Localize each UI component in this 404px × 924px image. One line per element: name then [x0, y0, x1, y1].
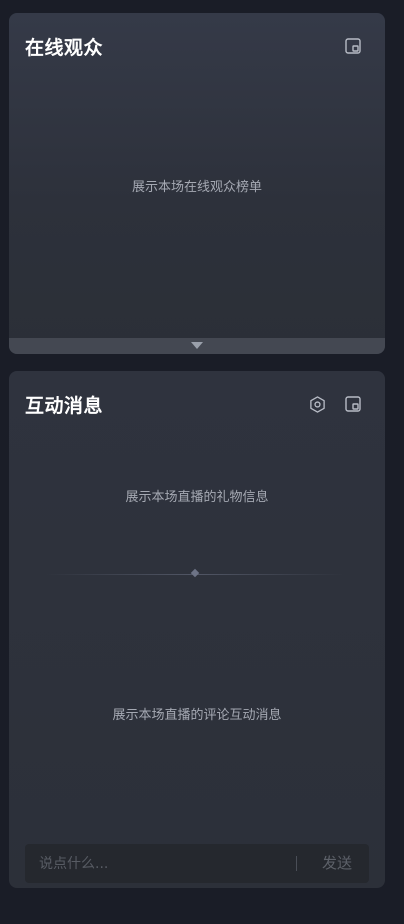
- hexagon-settings-icon[interactable]: [308, 395, 326, 413]
- gifts-empty-text: 展示本场直播的礼物信息: [125, 490, 269, 505]
- chat-input[interactable]: [25, 844, 293, 883]
- triangle-down-icon: [191, 342, 203, 349]
- interactive-messages-title: 互动消息: [25, 395, 104, 417]
- chat-separator: [296, 856, 297, 871]
- online-audience-panel: 在线观众 展示本场在线观众榜单: [9, 13, 385, 354]
- collapse-toggle-bar[interactable]: [9, 338, 385, 354]
- comments-empty-text: 展示本场直播的评论互动消息: [112, 708, 282, 723]
- audience-empty-text: 展示本场在线观众榜单: [131, 180, 262, 195]
- interactive-messages-panel: 互动消息 展示本场直播的礼物信息 展示本场直播的评论互动消息 发送: [9, 371, 385, 888]
- chat-input-bar: 发送: [25, 844, 369, 883]
- divider-diamond-icon: [190, 568, 200, 578]
- popout-window-icon[interactable]: [344, 395, 362, 413]
- online-audience-title: 在线观众: [25, 37, 104, 59]
- send-button[interactable]: 发送: [305, 844, 369, 883]
- popout-window-icon[interactable]: [344, 37, 362, 55]
